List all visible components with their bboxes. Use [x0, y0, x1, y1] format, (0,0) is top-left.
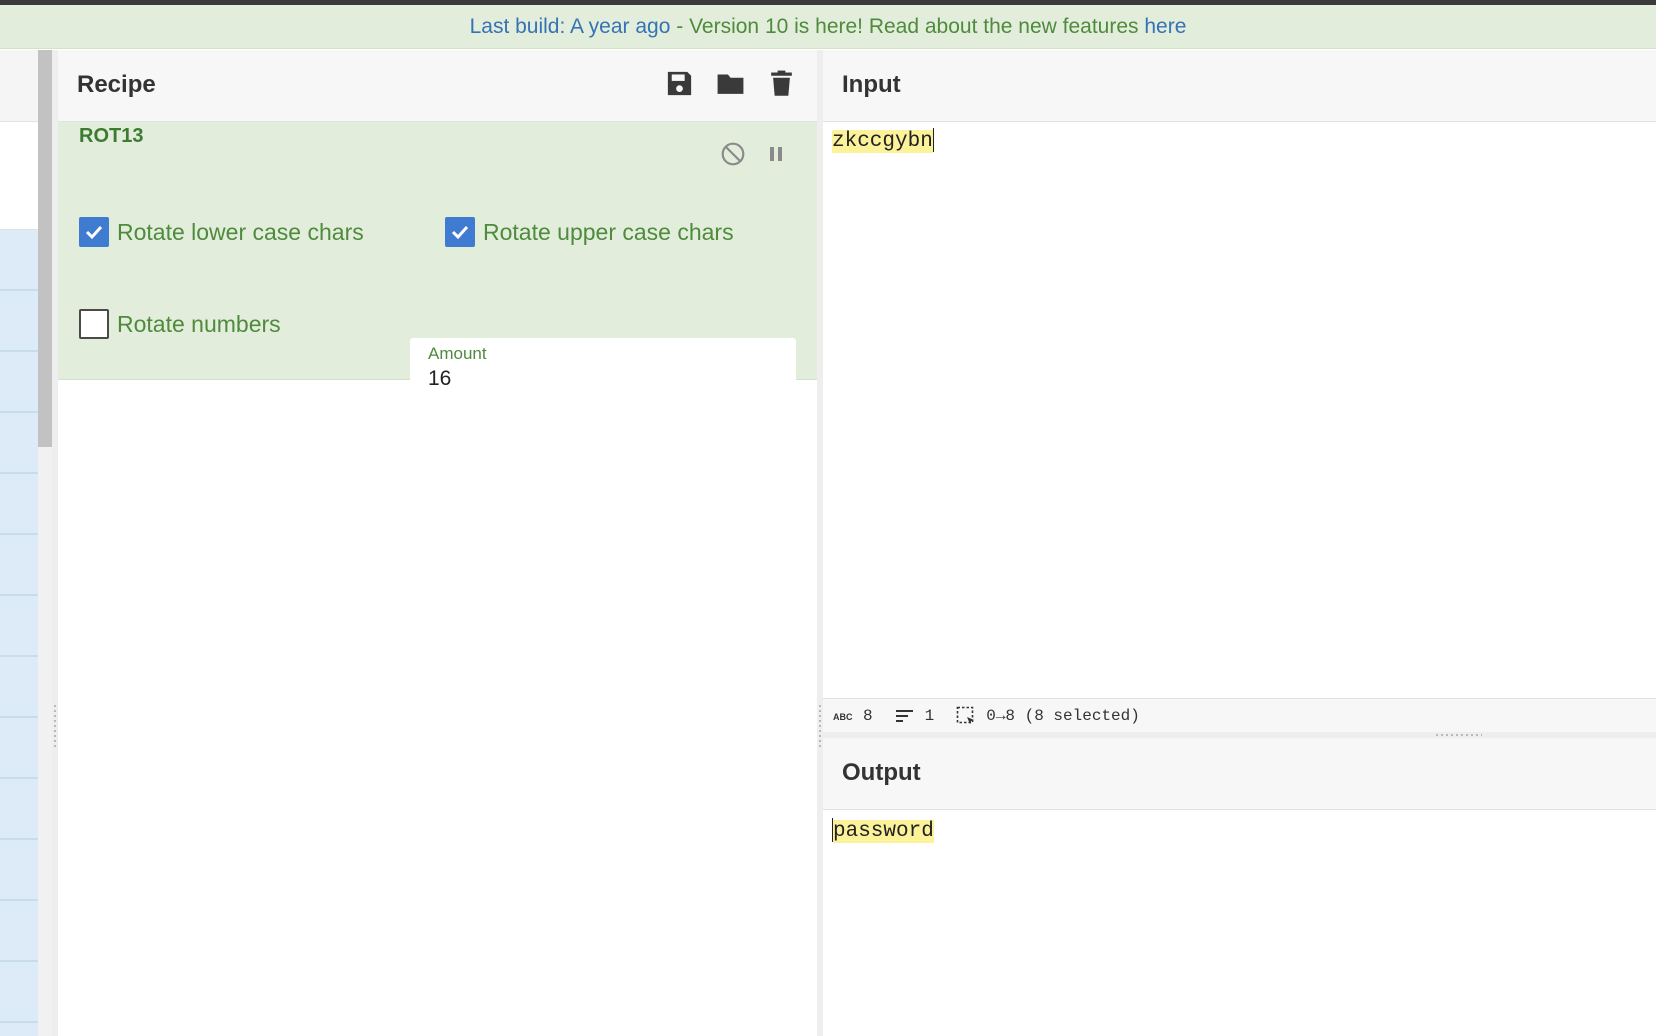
recipe-panel: Recipe ROT13 Rotate lower case chars Rot…: [58, 50, 817, 1036]
checkbox-unchecked-icon: [79, 309, 109, 339]
amount-field[interactable]: Amount: [410, 338, 796, 398]
svg-text:ABC: ABC: [833, 712, 853, 722]
lines-value: 1: [924, 706, 935, 725]
rotate-upper-checkbox[interactable]: Rotate upper case chars: [445, 217, 734, 247]
selection-value: 0→8 (8 selected): [986, 706, 1140, 725]
input-status-bar: ABC 8 1 0→8 (8 selected): [823, 698, 1656, 732]
disable-icon[interactable]: [720, 141, 746, 167]
output-title: Output: [842, 759, 921, 786]
length-stat: ABC 8: [833, 707, 873, 725]
resize-grip[interactable]: [1436, 734, 1482, 736]
amount-label: Amount: [428, 344, 487, 363]
rotate-numbers-label: Rotate numbers: [117, 310, 281, 337]
input-title: Input: [842, 71, 901, 98]
selection-stat: 0→8 (8 selected): [956, 706, 1140, 726]
pause-icon[interactable]: [766, 144, 786, 164]
operations-scrollbar-thumb[interactable]: [38, 50, 52, 447]
last-build-link[interactable]: Last build: A year ago: [470, 15, 671, 39]
input-textarea[interactable]: zkccgybn: [832, 128, 934, 153]
operations-panel: [0, 50, 38, 1036]
selection-icon: [956, 706, 975, 724]
output-textarea[interactable]: password: [832, 818, 934, 843]
folder-icon[interactable]: [715, 68, 746, 99]
text-caret: [932, 128, 934, 152]
banner-message: - Version 10 is here! Read about the new…: [670, 14, 1145, 38]
length-value: 8: [863, 706, 873, 725]
recipe-header: Recipe: [58, 50, 817, 122]
input-header: Input: [823, 50, 1656, 122]
output-text: password: [833, 819, 934, 843]
output-header: Output: [823, 738, 1656, 810]
recipe-title: Recipe: [77, 71, 156, 98]
rotate-lower-label: Rotate lower case chars: [117, 218, 364, 245]
rotate-upper-label: Rotate upper case chars: [483, 218, 734, 245]
abc-icon: ABC: [833, 712, 853, 722]
operations-header: [0, 50, 38, 122]
features-link[interactable]: here: [1144, 15, 1186, 39]
operation-name: ROT13: [79, 125, 144, 147]
rotate-lower-checkbox[interactable]: Rotate lower case chars: [79, 217, 364, 247]
resize-grip[interactable]: [819, 705, 821, 749]
operations-list[interactable]: [0, 230, 38, 1036]
trash-icon[interactable]: [766, 68, 797, 99]
amount-input[interactable]: [428, 367, 768, 391]
checkbox-checked-icon: [445, 217, 475, 247]
lines-icon: [895, 709, 913, 722]
operations-search[interactable]: [0, 122, 38, 230]
resize-grip[interactable]: [54, 705, 56, 749]
lines-stat: 1: [895, 706, 935, 725]
save-icon[interactable]: [664, 68, 695, 99]
update-banner: Last build: A year ago - Version 10 is h…: [0, 5, 1656, 49]
rotate-numbers-checkbox[interactable]: Rotate numbers: [79, 309, 281, 339]
io-panel: Input zkccgybn ABC 8 1 0→8 (8 selected): [823, 50, 1656, 1036]
input-text: zkccgybn: [832, 129, 933, 153]
checkbox-checked-icon: [79, 217, 109, 247]
